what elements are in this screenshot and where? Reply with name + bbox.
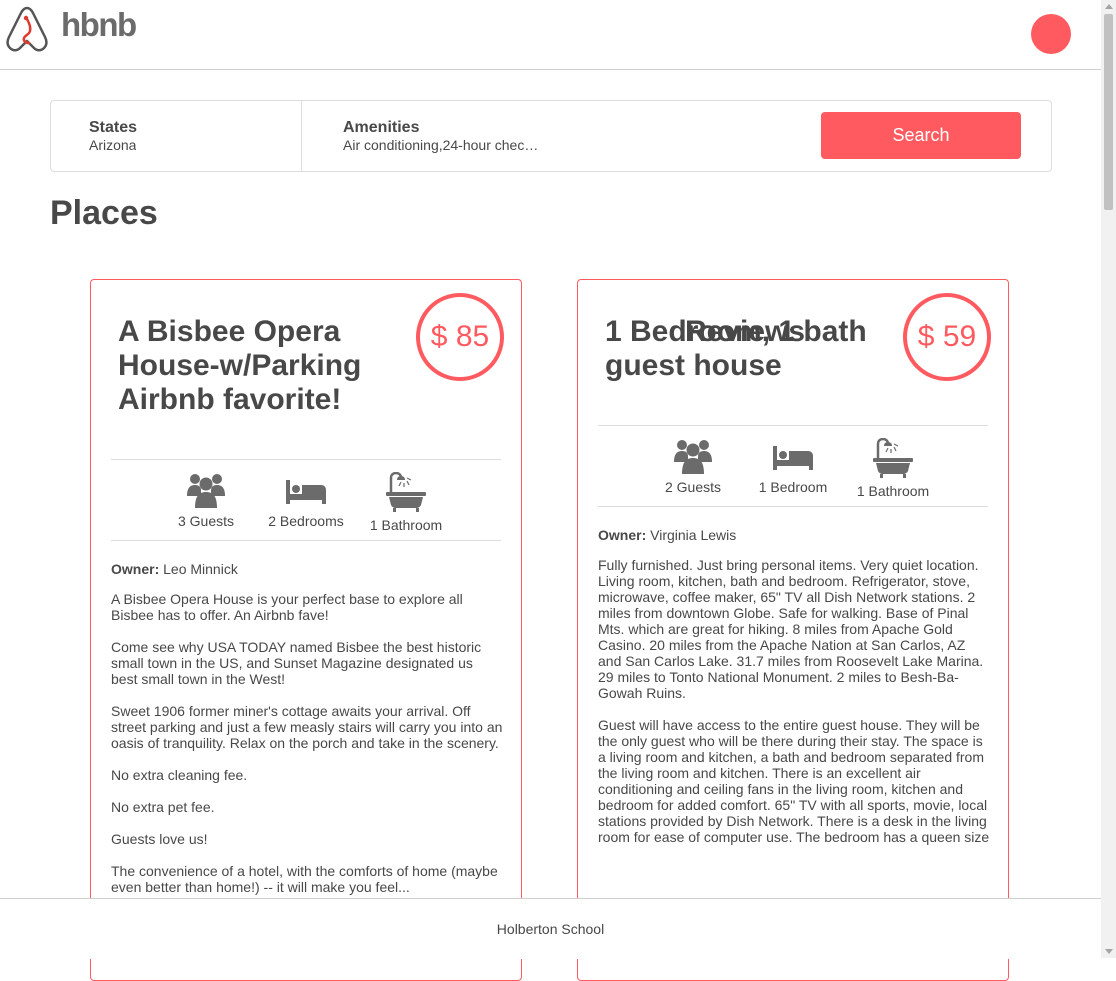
bathtub-icon — [873, 438, 913, 478]
owner: Owner: Virginia Lewis — [598, 527, 988, 543]
states-filter-title: States — [89, 119, 138, 136]
place-description: A Bisbee Opera House is your perfect bas… — [111, 591, 503, 911]
user-avatar[interactable] — [1031, 14, 1071, 54]
owner-name: Leo Minnick — [163, 561, 238, 577]
description-paragraph: No extra pet fee. — [111, 799, 215, 815]
filters-bar: States Arizona Amenities Air conditionin… — [50, 100, 1052, 172]
states-filter-value: Arizona — [89, 137, 137, 153]
description-paragraph: The convenience of a hotel, with the com… — [111, 863, 498, 895]
bathtub-icon — [386, 472, 426, 512]
amenities-filter-value: Air conditioning,24-hour check-in — [343, 137, 543, 153]
price-badge: $ 59 — [903, 293, 991, 381]
number-rooms-label: 2 Bedrooms — [268, 513, 344, 529]
places-title: Places — [50, 194, 158, 232]
place-information: 2 Guests 1 Bedroom 1 Bathroom — [598, 425, 988, 507]
max-guests-label: 2 Guests — [664, 479, 722, 495]
max-guests: 2 Guests — [643, 426, 743, 495]
number-bathrooms: 1 Bathroom — [843, 426, 943, 499]
description-paragraph: Guests love us! — [111, 831, 208, 847]
description-paragraph: Come see why USA TODAY named Bisbee the … — [111, 639, 482, 687]
owner-label: Owner: — [111, 561, 160, 577]
max-guests: 3 Guests — [156, 460, 256, 529]
owner: Owner: Leo Minnick — [111, 561, 501, 577]
description-paragraph: Sweet 1906 former miner's cottage awaits… — [111, 703, 503, 751]
description-paragraph: No extra cleaning fee. — [111, 767, 248, 783]
airbnb-logo-icon — [6, 6, 48, 52]
logo[interactable]: hbnb — [5, 5, 137, 53]
scrollbar[interactable] — [1101, 0, 1116, 958]
number-rooms-label: 1 Bedroom — [758, 479, 828, 495]
guests-icon — [674, 440, 712, 474]
number-rooms: 1 Bedroom — [743, 426, 843, 495]
place-card: 1 Bedroom, 1 bath guest house $ 59 2 Gue… — [577, 279, 1009, 981]
guests-icon — [187, 474, 225, 508]
owner-name: Virginia Lewis — [650, 527, 737, 543]
place-card: A Bisbee Opera House-w/Parking Airbnb fa… — [90, 279, 522, 981]
description-paragraph: Guest will have access to the entire gue… — [598, 717, 990, 845]
reviews-title: Reviews — [684, 315, 806, 348]
states-filter[interactable]: States Arizona — [51, 101, 302, 171]
number-bathrooms-label: 1 Bathroom — [369, 517, 443, 533]
footer: Holberton School — [0, 898, 1101, 959]
place-name: A Bisbee Opera House-w/Parking Airbnb fa… — [118, 315, 362, 416]
amenities-filter-title: Amenities — [343, 119, 420, 136]
max-guests-label: 3 Guests — [177, 513, 235, 529]
bed-icon — [286, 480, 326, 504]
bed-icon — [773, 446, 813, 470]
place-information: 3 Guests 2 Bedrooms 1 Bathroom — [111, 459, 501, 541]
header: hbnb — [0, 0, 1101, 70]
scroll-thumb[interactable] — [1104, 14, 1113, 210]
logo-text: hbnb — [61, 6, 137, 43]
scroll-down-arrow-icon[interactable] — [1105, 949, 1113, 954]
price-badge: $ 85 — [416, 293, 504, 381]
scroll-up-arrow-icon[interactable] — [1105, 4, 1113, 9]
footer-text: Holberton School — [496, 921, 605, 937]
number-bathrooms-label: 1 Bathroom — [856, 483, 930, 499]
owner-label: Owner: — [598, 527, 647, 543]
amenities-filter[interactable]: Amenities Air conditioning,24-hour check… — [302, 101, 802, 171]
number-rooms: 2 Bedrooms — [256, 460, 356, 529]
place-description: Fully furnished. Just bring personal ite… — [598, 557, 990, 845]
search-button[interactable]: Search — [821, 112, 1021, 159]
number-bathrooms: 1 Bathroom — [356, 460, 456, 533]
description-paragraph: A Bisbee Opera House is your perfect bas… — [111, 591, 463, 623]
description-paragraph: Fully furnished. Just bring personal ite… — [598, 557, 984, 701]
